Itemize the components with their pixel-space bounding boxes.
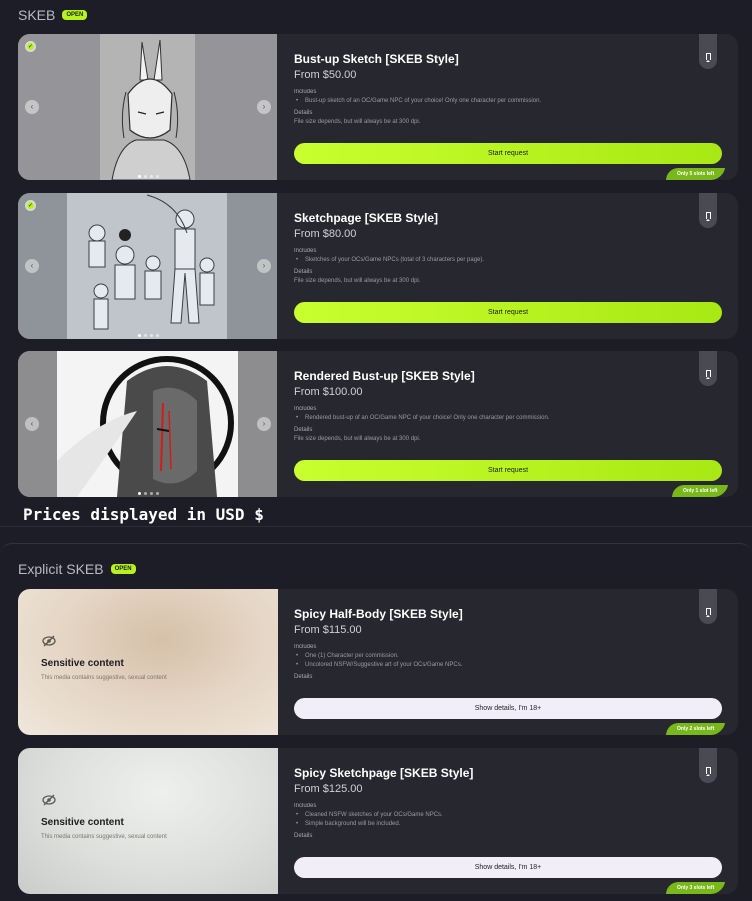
media-carousel[interactable]: ✓ ‹ › [18, 34, 277, 180]
start-request-button[interactable]: Start request [294, 302, 722, 323]
card-price: From $80.00 [294, 228, 357, 240]
bookmark-icon [705, 212, 711, 221]
card-info: Bust-up Sketch [SKEB Style] From $50.00 … [294, 34, 722, 180]
includes-label: Includes [294, 406, 317, 412]
commission-card: ✓ ‹ › Bust-up Sketch [SKEB Style] From $… [18, 34, 738, 180]
slots-badge: Only 2 slots left [665, 723, 726, 735]
card-title: Spicy Sketchpage [SKEB Style] [294, 766, 474, 780]
card-info: Spicy Sketchpage [SKEB Style] From $125.… [294, 748, 722, 894]
commission-card: ‹ › Rendered Bust-up [SKEB Style] From $… [18, 351, 738, 497]
divider [0, 526, 752, 527]
artwork-image [57, 351, 238, 497]
eye-off-icon [42, 635, 56, 647]
details-label: Details [294, 110, 313, 116]
card-title: Bust-up Sketch [SKEB Style] [294, 52, 459, 66]
includes-label: Includes [294, 89, 317, 95]
section-panel-edge [0, 543, 752, 555]
carousel-dots[interactable] [138, 492, 159, 495]
chevron-right-icon[interactable]: › [257, 259, 271, 273]
includes-item: Sketches of your OCs/Game NPCs (total of… [294, 257, 724, 263]
bookmark-icon [705, 53, 711, 62]
details-label: Details [294, 674, 313, 680]
sensitive-subtitle: This media contains suggestive, sexual c… [41, 834, 167, 840]
details-text: File size depends, but will always be at… [294, 278, 421, 284]
show-details-button[interactable]: Show details, I'm 18+ [294, 698, 722, 719]
sensitive-media-overlay[interactable]: Sensitive content This media contains su… [18, 748, 278, 894]
bookmark-button[interactable] [699, 589, 717, 624]
includes-item: Cleaned NSFW sketches of your OCs/Game N… [294, 812, 724, 818]
includes-item: Uncolored NSFW/Suggestive art of your OC… [294, 662, 724, 668]
status-badge: OPEN [62, 10, 88, 20]
currency-note: Prices displayed in USD $ [23, 505, 264, 524]
section-title: SKEB [18, 7, 56, 23]
bookmark-button[interactable] [699, 748, 717, 783]
details-label: Details [294, 427, 313, 433]
bookmark-icon [705, 608, 711, 617]
artwork-image [67, 193, 227, 339]
bookmark-icon [705, 767, 711, 776]
check-icon: ✓ [25, 41, 36, 52]
sensitive-title: Sensitive content [41, 658, 124, 669]
bookmark-icon [705, 370, 711, 379]
card-description: Includes One (1) Character per commissio… [294, 644, 724, 690]
includes-label: Includes [294, 248, 317, 254]
bookmark-button[interactable] [699, 351, 717, 386]
media-carousel[interactable]: ✓ ‹ › [18, 193, 277, 339]
includes-item: Simple background will be included. [294, 821, 724, 827]
commission-card: Sensitive content This media contains su… [18, 748, 738, 894]
card-price: From $100.00 [294, 386, 363, 398]
includes-label: Includes [294, 644, 317, 650]
details-text: File size depends, but will always be at… [294, 119, 421, 125]
details-text: File size depends, but will always be at… [294, 436, 421, 442]
chevron-left-icon[interactable]: ‹ [25, 100, 39, 114]
card-price: From $50.00 [294, 69, 357, 81]
chevron-right-icon[interactable]: › [257, 417, 271, 431]
show-details-button[interactable]: Show details, I'm 18+ [294, 857, 722, 878]
bookmark-button[interactable] [699, 34, 717, 69]
card-title: Sketchpage [SKEB Style] [294, 211, 439, 225]
chevron-left-icon[interactable]: ‹ [25, 417, 39, 431]
card-info: Spicy Half-Body [SKEB Style] From $115.0… [294, 589, 722, 735]
card-title: Spicy Half-Body [SKEB Style] [294, 607, 463, 621]
section-header-skeb: SKEB OPEN [18, 7, 88, 23]
sensitive-subtitle: This media contains suggestive, sexual c… [41, 675, 167, 681]
card-description: Includes Bust-up sketch of an OC/Game NP… [294, 89, 724, 135]
section-title: Explicit SKEB [18, 561, 104, 577]
includes-item: One (1) Character per commission. [294, 653, 724, 659]
media-carousel[interactable]: ‹ › [18, 351, 277, 497]
sensitive-title: Sensitive content [41, 817, 124, 828]
start-request-button[interactable]: Start request [294, 143, 722, 164]
includes-item: Bust-up sketch of an OC/Game NPC of your… [294, 98, 724, 104]
details-label: Details [294, 269, 313, 275]
card-description: Includes Sketches of your OCs/Game NPCs … [294, 248, 724, 294]
carousel-dots[interactable] [138, 175, 159, 178]
card-description: Includes Rendered bust-up of an OC/Game … [294, 406, 724, 452]
includes-label: Includes [294, 803, 317, 809]
status-badge: OPEN [110, 564, 136, 574]
bookmark-button[interactable] [699, 193, 717, 228]
card-description: Includes Cleaned NSFW sketches of your O… [294, 803, 724, 849]
check-icon: ✓ [25, 200, 36, 211]
card-price: From $115.00 [294, 624, 362, 636]
details-label: Details [294, 833, 313, 839]
artwork-image [100, 34, 195, 180]
chevron-right-icon[interactable]: › [257, 100, 271, 114]
includes-item: Rendered bust-up of an OC/Game NPC of yo… [294, 415, 724, 421]
start-request-button[interactable]: Start request [294, 460, 722, 481]
eye-off-icon [42, 794, 56, 806]
card-info: Rendered Bust-up [SKEB Style] From $100.… [294, 351, 722, 497]
card-info: Sketchpage [SKEB Style] From $80.00 Incl… [294, 193, 722, 339]
section-header-explicit: Explicit SKEB OPEN [18, 561, 136, 577]
slots-badge: Only 1 slot left [671, 485, 729, 497]
carousel-dots[interactable] [138, 334, 159, 337]
card-title: Rendered Bust-up [SKEB Style] [294, 369, 475, 383]
sensitive-media-overlay[interactable]: Sensitive content This media contains su… [18, 589, 278, 735]
slots-badge: Only 5 slots left [665, 168, 726, 180]
card-price: From $125.00 [294, 783, 363, 795]
commission-card: ✓ ‹ › Sketchpage [SKEB Style] From $80.0… [18, 193, 738, 339]
slots-badge: Only 3 slots left [665, 882, 726, 894]
chevron-left-icon[interactable]: ‹ [25, 259, 39, 273]
commission-card: Sensitive content This media contains su… [18, 589, 738, 735]
